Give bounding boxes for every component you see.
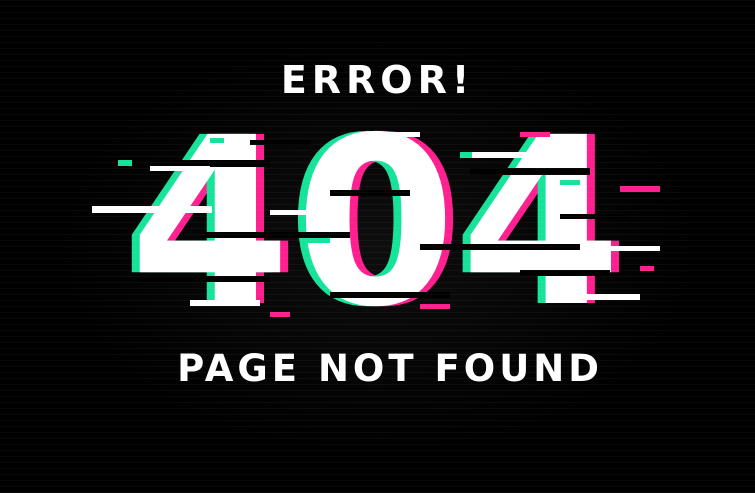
error-code-glitch: 404 404 404 — [0, 88, 755, 358]
page-not-found-text: PAGE NOT FOUND — [177, 347, 603, 390]
error-404-screen: ERROR! 404 404 404 PAGE NOT FOUND — [0, 0, 755, 493]
error-code: 404 — [129, 88, 626, 358]
